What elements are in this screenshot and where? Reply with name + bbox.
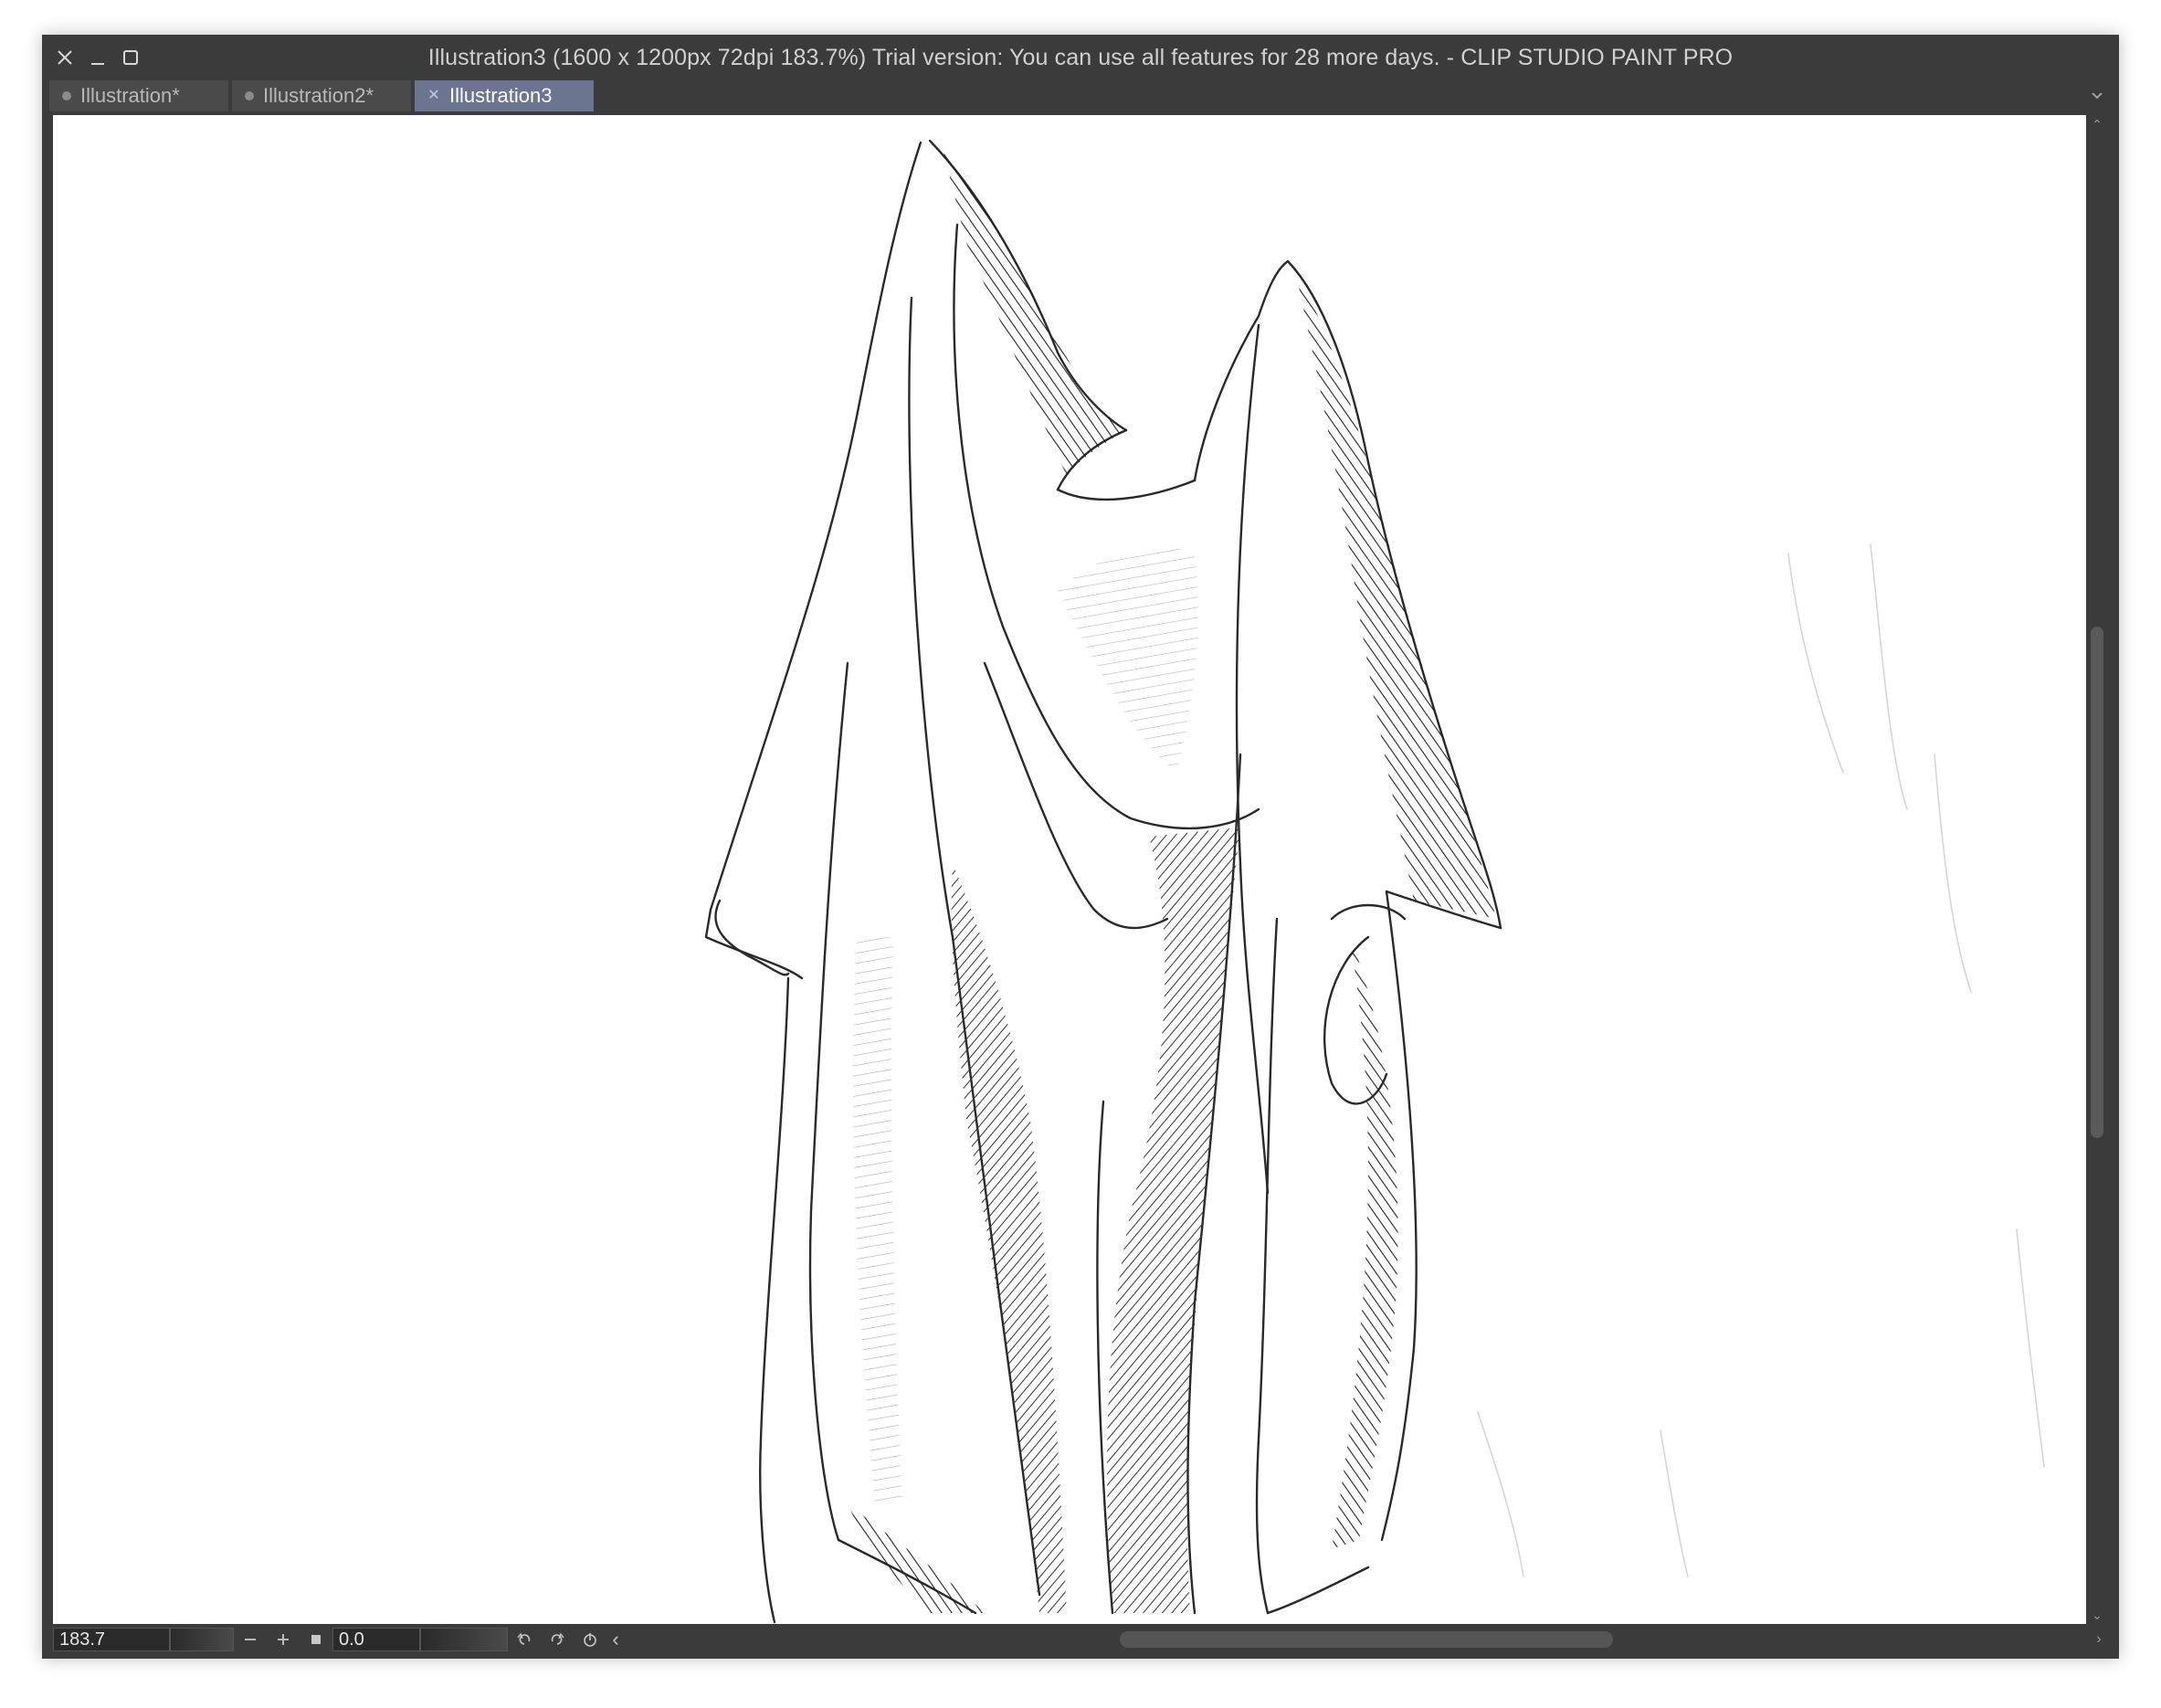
- tab-label: Illustration*: [80, 84, 180, 107]
- close-tab-icon[interactable]: ✕: [427, 89, 440, 103]
- rotate-left-icon: [517, 1632, 531, 1645]
- app-window: Illustration3 (1600 x 1200px 72dpi 183.7…: [42, 35, 2119, 1659]
- scroll-down-icon[interactable]: ⌄: [2086, 1606, 2108, 1624]
- tab-illustration3[interactable]: ✕ Illustration3: [415, 80, 596, 111]
- unsaved-dot-icon: [62, 91, 71, 100]
- tab-illustration[interactable]: Illustration*: [49, 80, 230, 111]
- rotation-slider[interactable]: [420, 1628, 508, 1651]
- minus-icon: [245, 1639, 256, 1640]
- title-bar[interactable]: Illustration3 (1600 x 1200px 72dpi 183.7…: [42, 35, 2119, 79]
- fit-to-window-button[interactable]: [300, 1628, 332, 1651]
- window-title: Illustration3 (1600 x 1200px 72dpi 183.7…: [427, 45, 1734, 70]
- rotation-field[interactable]: 0.0: [332, 1628, 420, 1651]
- rotate-left-button[interactable]: [508, 1628, 541, 1651]
- reset-rotation-icon: [584, 1633, 596, 1647]
- rotate-right-icon: [551, 1632, 564, 1645]
- unsaved-dot-icon: [245, 91, 254, 100]
- status-bar: 183.7 0.0 ‹ ›: [53, 1626, 2108, 1653]
- scroll-left-icon[interactable]: ‹: [606, 1628, 625, 1651]
- zoom-in-button[interactable]: [267, 1628, 300, 1651]
- rotate-right-button[interactable]: [541, 1628, 574, 1651]
- square-icon: [311, 1635, 321, 1644]
- zoom-slider[interactable]: [170, 1628, 234, 1651]
- horizontal-scroll-thumb[interactable]: [1120, 1631, 1613, 1648]
- tab-label: Illustration3: [449, 84, 553, 107]
- chevron-down-icon[interactable]: [2088, 86, 2106, 104]
- vertical-scrollbar[interactable]: ⌃ ⌄: [2086, 115, 2108, 1624]
- drawing-canvas[interactable]: [53, 115, 2086, 1624]
- plus-icon: [278, 1634, 289, 1645]
- drapery-sketch: [704, 139, 2045, 1624]
- vertical-scroll-thumb[interactable]: [2091, 627, 2103, 1138]
- scroll-right-icon[interactable]: ›: [2090, 1626, 2108, 1653]
- scroll-up-icon[interactable]: ⌃: [2086, 115, 2108, 133]
- horizontal-scrollbar[interactable]: [656, 1631, 2093, 1648]
- zoom-field[interactable]: 183.7: [53, 1628, 170, 1651]
- tab-illustration2[interactable]: Illustration2*: [232, 80, 413, 111]
- tab-label: Illustration2*: [263, 84, 374, 107]
- reset-rotation-button[interactable]: [574, 1628, 606, 1651]
- zoom-out-button[interactable]: [234, 1628, 267, 1651]
- document-tab-bar: Illustration* Illustration2* ✕ Illustrat…: [42, 79, 2119, 111]
